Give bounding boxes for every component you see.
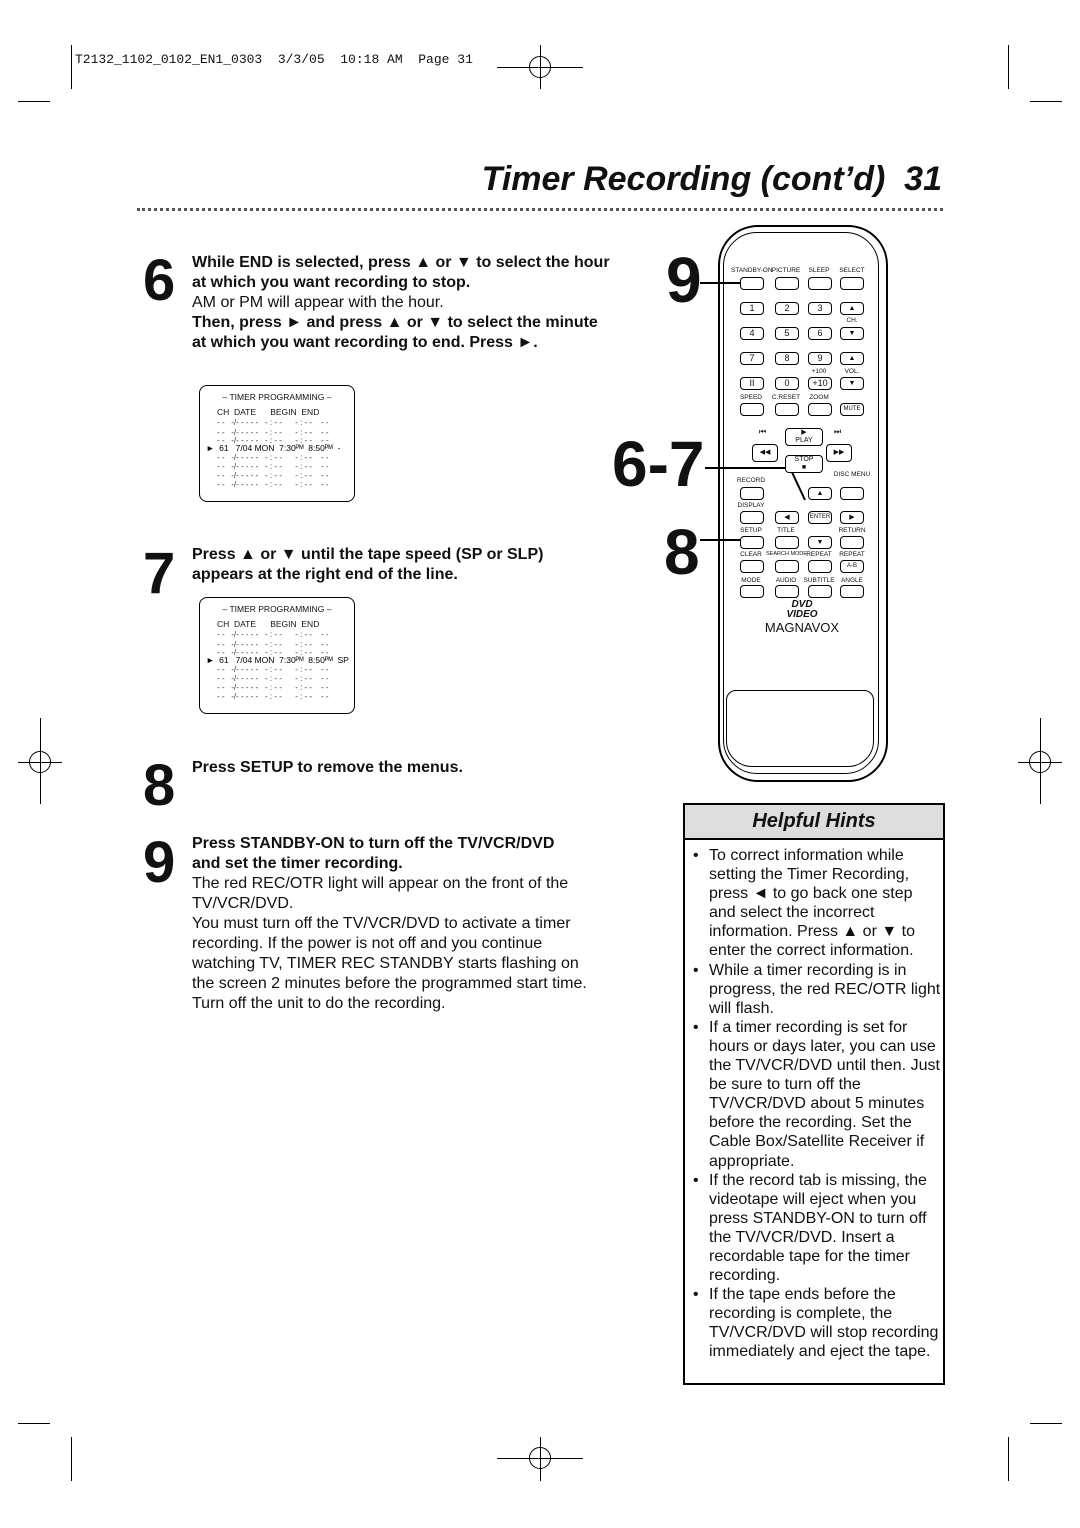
select-button[interactable] bbox=[840, 277, 864, 290]
label-select: SELECT bbox=[839, 267, 865, 274]
stop-button[interactable]: STOP ■ bbox=[785, 455, 823, 473]
mode-button[interactable] bbox=[740, 585, 764, 598]
label-play: PLAY bbox=[795, 437, 813, 444]
label-return: RETURN bbox=[838, 527, 866, 534]
title-button[interactable] bbox=[775, 536, 799, 549]
label-angle: ANGLE bbox=[840, 577, 864, 584]
key-5[interactable]: 5 bbox=[775, 327, 799, 340]
hint-item: While a timer recording is in progress, … bbox=[693, 961, 943, 1018]
ch-down-button[interactable]: ▼ bbox=[840, 327, 864, 340]
label-mode: MODE bbox=[741, 577, 761, 584]
key-4[interactable]: 4 bbox=[740, 327, 764, 340]
fast-forward-button[interactable]: ▶▶ bbox=[826, 444, 852, 462]
angle-button[interactable] bbox=[840, 585, 864, 598]
setup-button[interactable] bbox=[740, 536, 764, 549]
key-6[interactable]: 6 bbox=[808, 327, 832, 340]
label-stop: STOP bbox=[794, 456, 814, 463]
key-9[interactable]: 9 bbox=[808, 352, 832, 365]
display-button[interactable] bbox=[740, 511, 764, 524]
key-1[interactable]: 1 bbox=[740, 302, 764, 315]
label-zoom: ZOOM bbox=[809, 394, 829, 401]
label-record: RECORD bbox=[736, 477, 766, 484]
key-0[interactable]: 0 bbox=[775, 377, 799, 390]
label-repeat-ab: REPEAT bbox=[839, 551, 865, 558]
hint-item: If the record tab is missing, the videot… bbox=[693, 1171, 943, 1286]
play-icon: ▶ bbox=[801, 429, 807, 436]
hints-title: Helpful Hints bbox=[685, 805, 943, 840]
play-button[interactable]: ▶ PLAY bbox=[785, 428, 823, 446]
helpful-hints-box: Helpful Hints To correct information whi… bbox=[683, 803, 945, 1385]
stop-icon: ■ bbox=[801, 464, 807, 471]
key-8[interactable]: 8 bbox=[775, 352, 799, 365]
left-arrow-button[interactable]: ◀ bbox=[775, 511, 799, 524]
ch-up-button[interactable]: ▲ bbox=[840, 302, 864, 315]
right-arrow-button[interactable]: ▶ bbox=[840, 511, 864, 524]
hint-item: If the tape ends before the recording is… bbox=[693, 1285, 943, 1361]
label-disc-menu: DISC MENU bbox=[833, 471, 871, 478]
rewind-button[interactable]: ◀◀ bbox=[752, 444, 778, 462]
label-ch: CH. bbox=[846, 317, 858, 324]
audio-button[interactable] bbox=[775, 585, 799, 598]
clear-button[interactable] bbox=[740, 560, 764, 573]
return-button[interactable] bbox=[840, 536, 864, 549]
plus10-button[interactable]: +10 bbox=[808, 377, 832, 390]
label-standby-on: STANDBY-ON bbox=[731, 267, 773, 274]
disc-menu-button[interactable] bbox=[840, 487, 864, 500]
key-7[interactable]: 7 bbox=[740, 352, 764, 365]
up-arrow-button[interactable]: ▲ bbox=[808, 487, 832, 500]
hints-list: To correct information while setting the… bbox=[685, 846, 943, 1362]
repeat-button[interactable] bbox=[808, 560, 832, 573]
manual-page: T2132_1102_0102_EN1_0303 3/3/05 10:18 AM… bbox=[0, 0, 1080, 1528]
hint-item: To correct information while setting the… bbox=[693, 846, 943, 961]
label-title: TITLE bbox=[777, 527, 795, 534]
label-vol: VOL. bbox=[844, 368, 860, 375]
pause-button[interactable]: II bbox=[740, 377, 764, 390]
zoom-button[interactable] bbox=[808, 403, 832, 416]
label-setup: SETUP bbox=[740, 527, 762, 534]
label-clear: CLEAR bbox=[740, 551, 762, 558]
repeat-ab-button[interactable]: A-B bbox=[840, 560, 864, 573]
key-2[interactable]: 2 bbox=[775, 302, 799, 315]
subtitle-button[interactable] bbox=[808, 585, 832, 598]
down-arrow-button[interactable]: ▼ bbox=[808, 536, 832, 549]
label-speed: SPEED bbox=[739, 394, 763, 401]
dvd-logo: DVD VIDEO bbox=[786, 599, 818, 620]
remote-battery-window bbox=[726, 690, 874, 767]
search-mode-button[interactable] bbox=[775, 560, 799, 573]
vol-down-button[interactable]: ▼ bbox=[840, 377, 864, 390]
brand-logo: MAGNAVOX bbox=[764, 620, 840, 635]
mute-button[interactable]: MUTE bbox=[840, 403, 864, 416]
label-display: DISPLAY bbox=[737, 502, 765, 509]
picture-button[interactable] bbox=[775, 277, 799, 290]
vol-up-button[interactable]: ▲ bbox=[840, 352, 864, 365]
skip-back-icon: ⏮ bbox=[759, 427, 767, 436]
sleep-button[interactable] bbox=[808, 277, 832, 290]
standby-on-button[interactable] bbox=[740, 277, 764, 290]
enter-button[interactable]: ENTER bbox=[808, 511, 832, 524]
skip-forward-icon: ⏭ bbox=[834, 427, 842, 436]
c-reset-button[interactable] bbox=[775, 403, 799, 416]
speed-button[interactable] bbox=[740, 403, 764, 416]
hint-item: If a timer recording is set for hours or… bbox=[693, 1018, 943, 1171]
key-3[interactable]: 3 bbox=[808, 302, 832, 315]
record-button[interactable] bbox=[740, 487, 764, 500]
